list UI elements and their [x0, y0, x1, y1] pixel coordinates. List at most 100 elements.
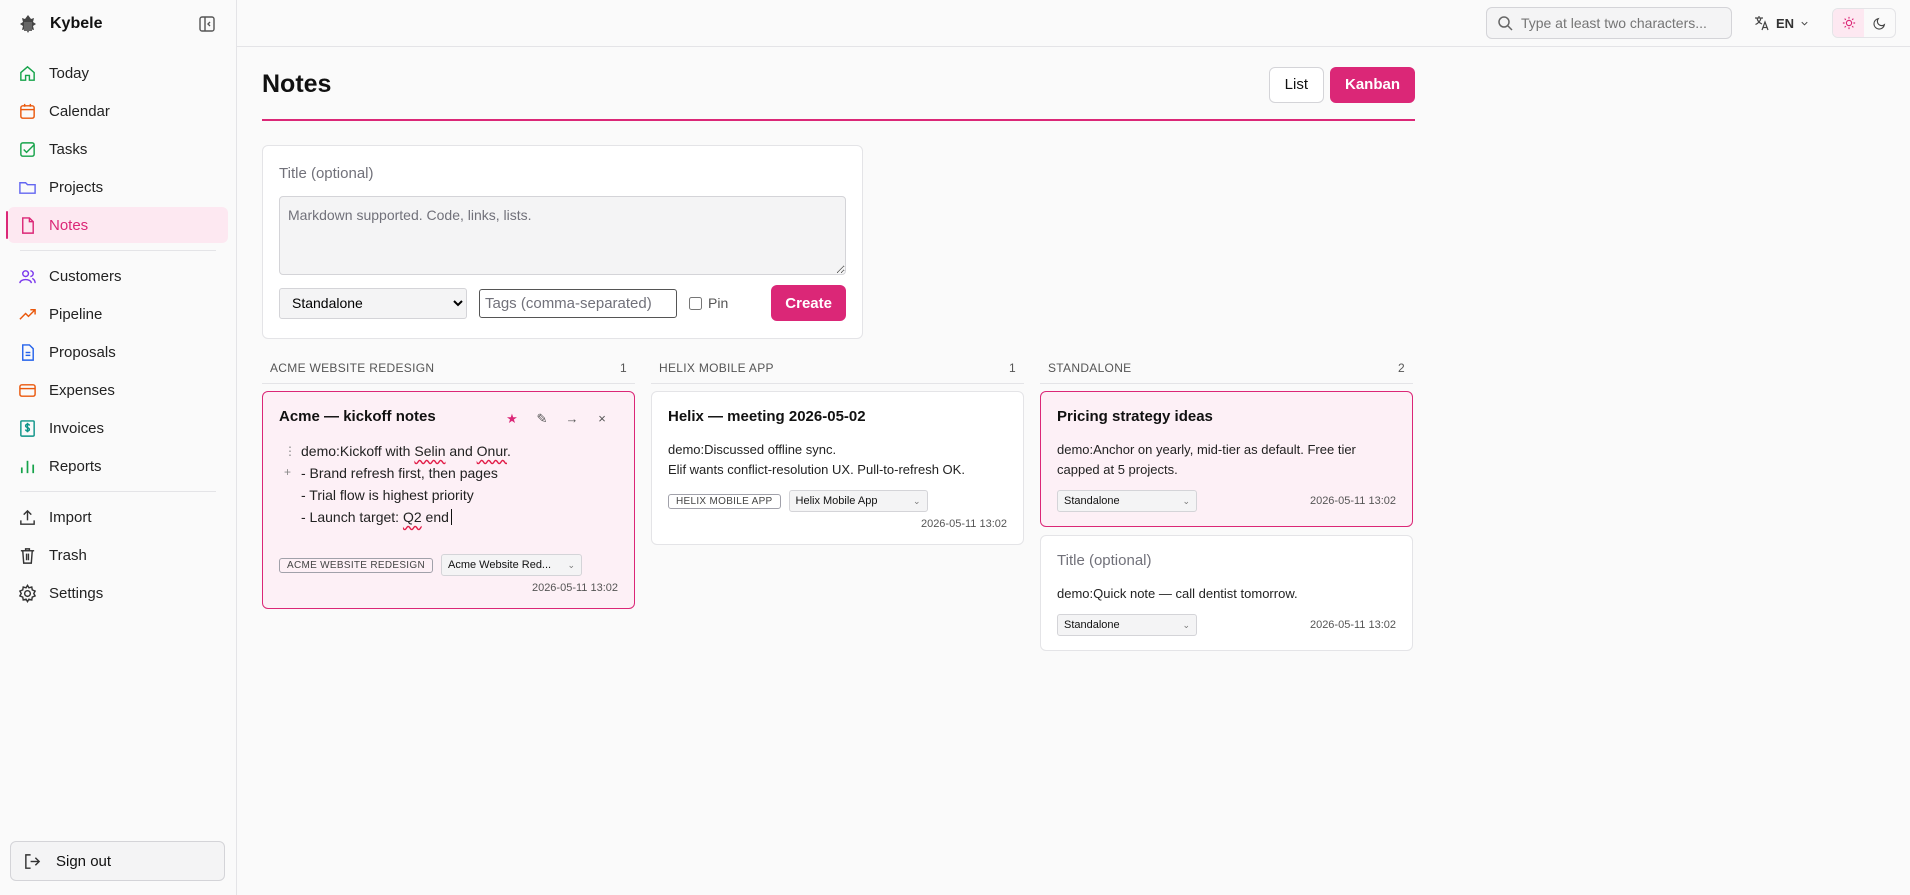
list-view-button[interactable]: List	[1268, 66, 1324, 103]
sidebar-item-label: Trash	[49, 546, 87, 564]
sidebar-item-proposals[interactable]: Proposals	[8, 334, 228, 370]
note-body-line: demo:Discussed offline sync.	[668, 442, 837, 457]
trending-up-icon	[19, 308, 36, 320]
note-timestamp: 2026-05-11 13:02	[531, 582, 618, 594]
moon-icon	[1872, 17, 1885, 30]
search-icon	[1498, 16, 1513, 31]
column-title: ACME WEBSITE REDESIGN	[270, 361, 435, 375]
translate-icon	[1754, 16, 1769, 31]
chevron-down-icon: ⌄	[1182, 619, 1190, 630]
note-project-dropdown[interactable]: Acme Website Red... ⌄	[440, 554, 582, 576]
note-body: demo:Anchor on yearly, mid-tier as defau…	[1057, 442, 1356, 477]
light-theme-button[interactable]	[1833, 9, 1864, 37]
create-note-button[interactable]: Create	[771, 285, 846, 321]
editor-line: - Launch target: Q2 end	[301, 506, 618, 528]
dropdown-value: Standalone	[1064, 619, 1120, 631]
project-badge: ACME WEBSITE REDESIGN	[279, 557, 433, 573]
kanban-board: ACME WEBSITE REDESIGN 1 Acme — kickoff n…	[262, 361, 1415, 659]
pin-checkbox[interactable]	[689, 296, 702, 310]
note-actions: ★ ✎ → ×	[504, 411, 610, 427]
sidebar-item-import[interactable]: Import	[8, 499, 228, 535]
upload-icon	[20, 509, 35, 525]
sidebar-item-expenses[interactable]: Expenses	[8, 372, 228, 408]
note-composer: Standalone Pin Create	[262, 145, 863, 339]
bar-chart-icon	[20, 460, 35, 473]
drag-handle-icon[interactable]: ⋮	[284, 440, 296, 462]
dropdown-value: Acme Website Red...	[447, 559, 552, 571]
sidebar-item-label: Customers	[49, 267, 122, 285]
brand: Kybele	[0, 0, 236, 48]
column-header: ACME WEBSITE REDESIGN 1	[262, 361, 635, 384]
note-body-line: Elif wants conflict-resolution UX. Pull-…	[668, 462, 965, 477]
topbar: EN	[237, 0, 1910, 47]
sidebar-item-label: Invoices	[49, 419, 105, 437]
sign-out-button[interactable]: Sign out	[10, 841, 225, 881]
note-card[interactable]: Helix — meeting 2026-05-02 demo:Discusse…	[651, 391, 1024, 545]
note-timestamp: 2026-05-11 13:02	[920, 518, 1007, 530]
note-project-dropdown[interactable]: Standalone ⌄	[1057, 490, 1197, 512]
note-card[interactable]: Title (optional) demo:Quick note — call …	[1040, 535, 1413, 651]
note-project-dropdown[interactable]: Helix Mobile App ⌄	[788, 490, 928, 512]
language-switcher[interactable]: EN	[1754, 15, 1810, 31]
pin-label: Pin	[708, 295, 729, 311]
credit-card-icon	[19, 383, 36, 397]
add-block-icon[interactable]: +	[284, 461, 291, 483]
sidebar-item-tasks[interactable]: Tasks	[8, 131, 228, 167]
note-card-pinned[interactable]: Pricing strategy ideas demo:Anchor on ye…	[1040, 391, 1413, 527]
note-body-textarea[interactable]	[279, 196, 846, 275]
pin-toggle[interactable]: Pin	[689, 295, 728, 311]
kanban-view-button[interactable]: Kanban	[1329, 66, 1415, 103]
dropdown-value: Standalone	[1064, 495, 1120, 507]
sidebar-item-reports[interactable]: Reports	[8, 448, 228, 484]
note-card-editing[interactable]: Acme — kickoff notes ★ ✎ → × ⋮ + demo:Ki…	[262, 391, 635, 609]
note-title: Title (optional)	[1057, 552, 1152, 569]
sidebar-item-invoices[interactable]: Invoices	[8, 410, 228, 446]
dark-theme-button[interactable]	[1864, 9, 1895, 37]
sidebar-item-settings[interactable]: Settings	[8, 575, 228, 611]
dollar-icon	[20, 419, 35, 437]
note-tags-input[interactable]	[479, 288, 677, 318]
page-header: Notes List Kanban	[262, 48, 1415, 121]
document-icon	[22, 343, 34, 361]
pin-star-icon[interactable]: ★	[504, 411, 520, 427]
global-search[interactable]	[1485, 7, 1732, 39]
delete-close-icon[interactable]: ×	[594, 411, 610, 427]
nav-divider	[20, 250, 216, 251]
sidebar-collapse-icon[interactable]	[198, 15, 216, 33]
sidebar-item-customers[interactable]: Customers	[8, 258, 228, 294]
sidebar-item-label: Notes	[49, 216, 89, 234]
trash-icon	[20, 547, 35, 564]
sidebar-item-label: Proposals	[49, 343, 116, 361]
note-inline-editor[interactable]: ⋮ + demo:Kickoff with Selin and Onur. - …	[279, 440, 618, 528]
column-count: 2	[1398, 361, 1405, 375]
sidebar-item-notes[interactable]: Notes	[6, 207, 228, 243]
note-footer: Standalone ⌄ 2026-05-11 13:02	[1057, 614, 1396, 636]
sidebar-item-label: Import	[49, 508, 92, 526]
sidebar-item-trash[interactable]: Trash	[8, 537, 228, 573]
sidebar-item-today[interactable]: Today	[8, 55, 228, 91]
project-badge: HELIX MOBILE APP	[668, 493, 781, 509]
sign-out-label: Sign out	[56, 852, 112, 870]
language-label: EN	[1775, 15, 1794, 31]
sidebar-item-projects[interactable]: Projects	[8, 169, 228, 205]
main-area: EN Notes List Kanban	[237, 0, 1910, 895]
note-title-input[interactable]	[279, 162, 846, 184]
sidebar-item-calendar[interactable]: Calendar	[8, 93, 228, 129]
notes-page: Notes List Kanban Standalone Pin	[262, 48, 1415, 659]
column-header: HELIX MOBILE APP 1	[651, 361, 1024, 384]
sidebar-item-pipeline[interactable]: Pipeline	[8, 296, 228, 332]
editor-line: demo:Kickoff with Selin and Onur.	[301, 443, 511, 459]
folder-icon	[19, 181, 36, 194]
note-project-dropdown[interactable]: Standalone ⌄	[1057, 614, 1197, 636]
edit-icon[interactable]: ✎	[534, 411, 550, 427]
note-project-select[interactable]: Standalone	[279, 287, 467, 319]
note-body: demo:Discussed offline sync. Elif wants …	[668, 440, 1007, 480]
search-input[interactable]	[1520, 15, 1711, 31]
logout-icon	[25, 853, 41, 869]
move-arrow-icon[interactable]: →	[564, 411, 580, 427]
column-header: STANDALONE 2	[1040, 361, 1413, 384]
checkbox-icon	[20, 141, 35, 157]
note-footer: HELIX MOBILE APP Helix Mobile App ⌄	[668, 490, 1007, 512]
column-title: HELIX MOBILE APP	[659, 361, 774, 375]
sidebar-item-label: Calendar	[49, 102, 110, 120]
